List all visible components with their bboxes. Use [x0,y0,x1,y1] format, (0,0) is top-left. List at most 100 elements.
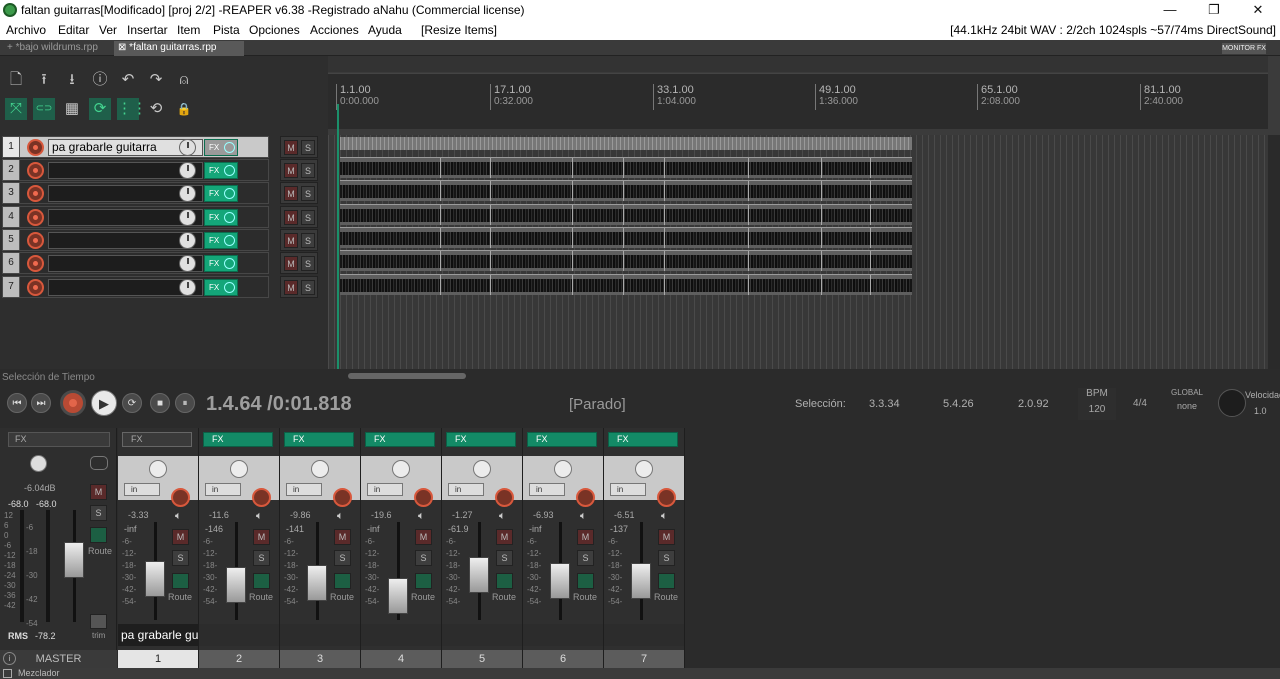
volume-fader[interactable] [550,562,570,599]
strip-name[interactable] [604,624,684,646]
mute-button[interactable]: M [415,529,432,545]
strip-fx-button[interactable]: FX [122,432,192,447]
info-icon[interactable]: ⓘ [89,69,111,91]
route-button[interactable] [577,573,594,589]
strip-name[interactable] [361,624,441,646]
pan-knob[interactable] [311,460,329,478]
volume-fader[interactable] [307,564,327,601]
solo-button[interactable]: S [301,163,315,178]
menu-opciones[interactable]: Opciones [249,23,300,37]
volume-knob[interactable] [179,209,196,226]
route-button[interactable] [334,573,351,589]
solo-button[interactable]: S [253,550,270,566]
record-arm-button[interactable] [27,185,44,202]
repeat-button[interactable]: ⟳ [122,393,142,413]
pan-knob[interactable] [554,460,572,478]
solo-button[interactable]: S [301,256,315,271]
volume-knob[interactable] [179,185,196,202]
mute-button[interactable]: M [334,529,351,545]
route-button[interactable] [172,573,189,589]
mixer-tab[interactable]: Mezclador [18,668,60,678]
speaker-icon[interactable]: 🔈︎ [499,510,506,523]
solo-button[interactable]: S [172,550,189,566]
media-item[interactable] [340,250,912,271]
solo-button[interactable]: S [577,550,594,566]
record-button[interactable] [60,390,86,416]
record-arm-button[interactable] [27,232,44,249]
scroll-thumb[interactable] [348,373,466,379]
input-selector[interactable]: in [205,483,241,496]
pan-knob[interactable] [473,460,491,478]
volume-knob[interactable] [179,232,196,249]
menu-archivo[interactable]: Archivo [6,23,46,37]
strip-fx-button[interactable]: FX [284,432,354,447]
mute-button[interactable]: M [284,210,298,225]
fx-button[interactable]: FX [204,232,238,249]
monitor-fx-button[interactable]: MONITOR FX [1222,43,1266,54]
volume-knob[interactable] [179,255,196,272]
snap-icon[interactable]: ⟳ [89,98,111,120]
strip-name[interactable]: pa grabarle guitarra [118,624,198,646]
vertical-scrollbar[interactable] [1268,135,1280,369]
media-item[interactable] [340,274,912,295]
strip-number[interactable]: 4 [361,650,441,668]
strip-fx-button[interactable]: FX [608,432,678,447]
mute-button[interactable]: M [172,529,189,545]
link-icon[interactable]: ⊂⊃ [33,98,55,120]
download-icon[interactable]: ⭳ [61,69,83,91]
loop-icon[interactable]: ⟲ [145,98,167,120]
selection-start[interactable]: 3.3.34 [869,398,900,410]
fx-button[interactable]: FX [204,209,238,226]
strip-name[interactable] [199,624,279,646]
pan-knob[interactable] [230,460,248,478]
strip-number[interactable]: 2 [199,650,279,668]
selection-end[interactable]: 5.4.26 [943,398,974,410]
record-arm-button[interactable] [495,488,514,507]
route-button[interactable] [496,573,513,589]
record-arm-button[interactable] [27,162,44,179]
menu-acciones[interactable]: Acciones [310,23,359,37]
mute-button[interactable]: M [284,256,298,271]
volume-fader[interactable] [388,578,408,615]
track-4[interactable]: 4 FX [2,206,269,228]
input-selector[interactable]: in [124,483,160,496]
solo-button[interactable]: S [496,550,513,566]
new-file-icon[interactable]: 🗋 [5,69,27,91]
input-selector[interactable]: in [286,483,322,496]
pause-button[interactable]: ⏸ [175,393,195,413]
strip-number[interactable]: 7 [604,650,684,668]
strip-fx-button[interactable]: FX [446,432,516,447]
mute-button[interactable]: M [577,529,594,545]
master-mute-button[interactable]: M [90,484,107,500]
strip-name[interactable] [280,624,360,646]
speaker-icon[interactable]: 🔈︎ [175,510,182,523]
volume-knob[interactable] [179,279,196,296]
menu-editar[interactable]: Editar [58,23,89,37]
route-button[interactable] [415,573,432,589]
record-arm-button[interactable] [27,209,44,226]
fx-button[interactable]: FX [204,185,238,202]
input-selector[interactable]: in [448,483,484,496]
solo-button[interactable]: S [334,550,351,566]
pan-knob[interactable] [149,460,167,478]
volume-fader[interactable] [631,562,651,599]
track-1[interactable]: 1 pa grabarle guitarra FX [2,136,269,158]
fx-button[interactable]: FX [204,162,238,179]
menu-insertar[interactable]: Insertar [127,23,168,37]
route-button[interactable] [658,573,675,589]
pan-knob[interactable] [392,460,410,478]
master-fader[interactable] [64,542,84,578]
close-button[interactable]: ✕ [1236,0,1280,20]
track-1-item-strip[interactable] [340,137,912,150]
record-arm-button[interactable] [252,488,271,507]
volume-knob[interactable] [179,139,196,156]
record-arm-button[interactable] [27,139,44,156]
strip-number[interactable]: 3 [280,650,360,668]
strip-name[interactable] [442,624,522,646]
media-item[interactable] [340,204,912,225]
menu-pista[interactable]: Pista [213,23,240,37]
strip-fx-button[interactable]: FX [365,432,435,447]
track-6[interactable]: 6 FX [2,252,269,274]
lock-icon[interactable]: 🔒 [173,98,195,120]
solo-button[interactable]: S [301,280,315,295]
